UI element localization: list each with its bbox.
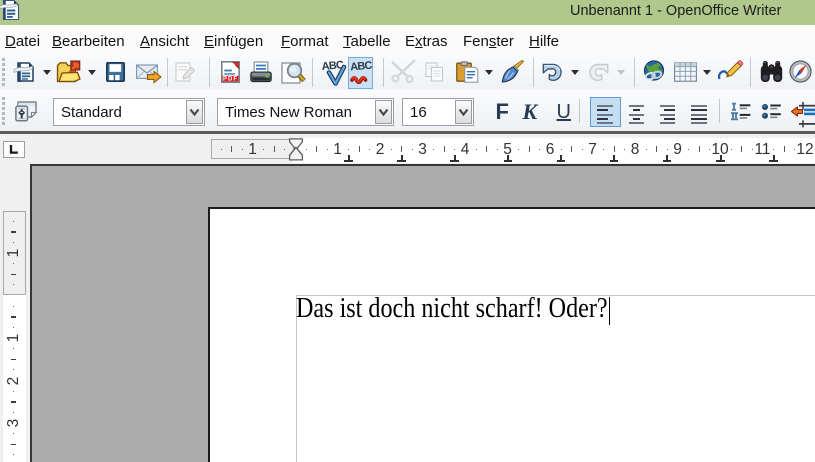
svg-text:ABC: ABC	[350, 60, 373, 74]
svg-text:PDF: PDF	[223, 77, 238, 83]
